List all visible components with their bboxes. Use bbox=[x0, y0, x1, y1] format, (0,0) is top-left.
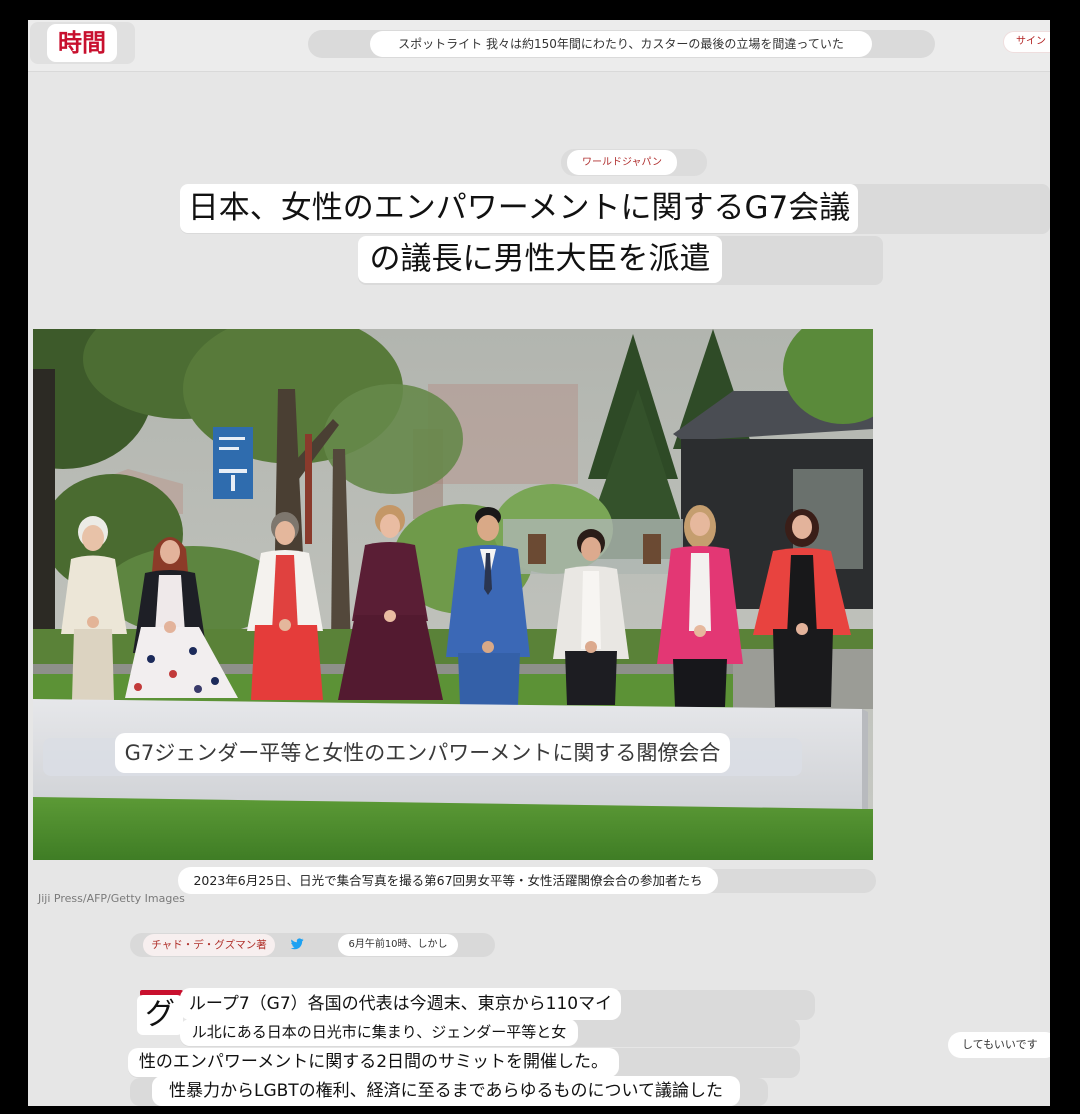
body-line: ループ7（G7）各国の代表は今週末、東京から110マイ bbox=[180, 988, 621, 1020]
spotlight-link[interactable]: スポットライト 我々は約150年間にわたり、カスターの最後の立場を間違っていた bbox=[370, 31, 872, 57]
article-photo bbox=[33, 329, 873, 860]
headline-line-1: 日本、女性のエンパワーメントに関するG7会議 bbox=[180, 184, 858, 233]
body-line: 性暴力からLGBTの権利、経済に至るまであらゆるものについて議論した bbox=[152, 1076, 740, 1106]
photo-caption: 2023年6月25日、日光で集合写真を撮る第67回男女平等・女性活躍閣僚会合の参… bbox=[178, 867, 718, 894]
headline-line-2: の議長に男性大臣を派遣 bbox=[358, 236, 722, 283]
terrace-chair bbox=[643, 534, 661, 564]
article-page: 時間 スポットライト 我々は約150年間にわたり、カスターの最後の立場を間違って… bbox=[28, 20, 1050, 1106]
terrace-chair bbox=[528, 534, 546, 564]
drop-cap: グ bbox=[137, 995, 183, 1035]
site-logo[interactable]: 時間 bbox=[47, 24, 117, 62]
twitter-icon[interactable] bbox=[290, 937, 304, 951]
category-tag[interactable]: ワールドジャパン bbox=[567, 150, 677, 175]
sign-in-button[interactable]: サイン bbox=[1003, 31, 1050, 53]
red-post bbox=[305, 434, 312, 544]
body-line: 性のエンパワーメントに関する2日間のサミットを開催した。 bbox=[128, 1048, 619, 1077]
author-link[interactable]: チャド・デ・グズマン著 bbox=[143, 934, 275, 956]
site-header: 時間 スポットライト 我々は約150年間にわたり、カスターの最後の立場を間違って… bbox=[28, 20, 1050, 72]
banner-text: G7ジェンダー平等と女性のエンパワーメントに関する閣僚会合 bbox=[115, 733, 730, 773]
aside-snippet[interactable]: してもいいです bbox=[948, 1032, 1050, 1058]
body-line: ル北にある日本の日光市に集まり、ジェンダー平等と女 bbox=[180, 1019, 578, 1046]
photo-credit: Jiji Press/AFP/Getty Images bbox=[38, 892, 185, 905]
publish-time: 6月午前10時、しかし bbox=[338, 934, 458, 956]
tree-trunk bbox=[33, 369, 55, 669]
